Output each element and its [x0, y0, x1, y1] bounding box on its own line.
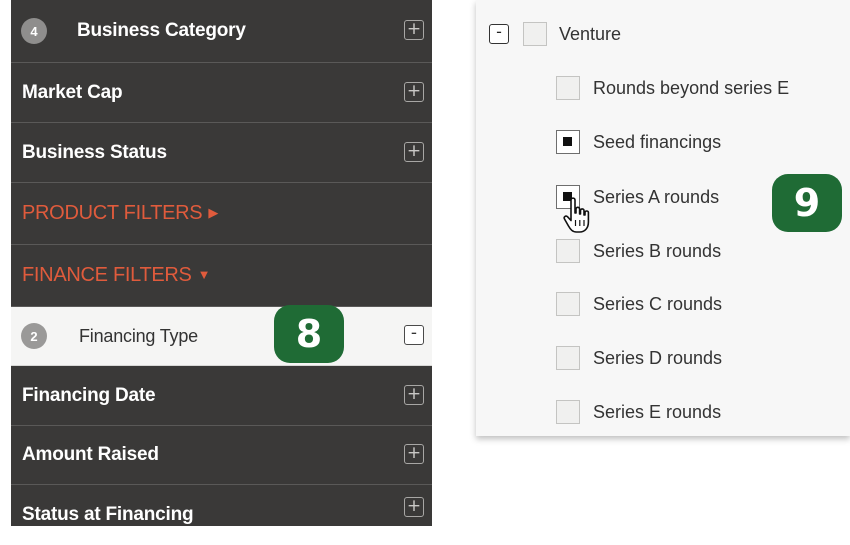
- option-series-e-rounds[interactable]: Series E rounds: [556, 400, 721, 424]
- filter-label: Market Cap: [22, 81, 123, 103]
- filter-amount-raised[interactable]: Amount Raised +: [11, 426, 432, 485]
- caret-down-icon: ▼: [197, 267, 211, 282]
- checkbox[interactable]: [556, 346, 580, 370]
- checkbox[interactable]: [556, 400, 580, 424]
- filter-financing-date[interactable]: Financing Date +: [11, 366, 432, 426]
- filter-label: Status at Financing: [22, 504, 194, 525]
- option-label: Series B rounds: [593, 240, 722, 261]
- option-label: Series D rounds: [593, 347, 723, 368]
- option-label: Venture: [559, 23, 622, 44]
- option-label: Series E rounds: [593, 401, 722, 422]
- filter-label: Business Status: [22, 141, 167, 163]
- section-heading: FINANCE FILTERS: [22, 264, 192, 286]
- filter-financing-type[interactable]: 2 Financing Type -: [11, 307, 432, 366]
- section-finance-filters[interactable]: FINANCE FILTERS ▼: [11, 245, 432, 307]
- option-label: Series A rounds: [593, 186, 720, 207]
- count-badge: 4: [21, 18, 47, 44]
- expand-plus-icon[interactable]: +: [404, 141, 424, 162]
- group-venture[interactable]: - Venture: [489, 22, 621, 46]
- collapse-minus-icon[interactable]: -: [404, 325, 424, 345]
- option-series-c-rounds[interactable]: Series C rounds: [556, 292, 722, 316]
- filter-label: Business Category: [77, 20, 246, 41]
- section-heading: PRODUCT FILTERS: [22, 202, 203, 224]
- checkbox[interactable]: [556, 239, 580, 263]
- option-rounds-beyond-series-e[interactable]: Rounds beyond series E: [556, 76, 789, 100]
- option-seed-financings[interactable]: Seed financings: [556, 130, 721, 154]
- checkbox[interactable]: [523, 22, 547, 46]
- expand-plus-icon[interactable]: +: [404, 384, 424, 405]
- expand-plus-icon[interactable]: +: [404, 497, 424, 517]
- step-number-badge: 8: [274, 305, 344, 363]
- option-label: Rounds beyond series E: [593, 77, 790, 98]
- filter-business-category[interactable]: 4 Business Category +: [11, 0, 432, 63]
- filter-label: Financing Type: [79, 325, 198, 346]
- filter-status-at-financing[interactable]: Status at Financing +: [11, 485, 432, 545]
- section-product-filters[interactable]: PRODUCT FILTERS ▶: [11, 183, 432, 245]
- count-badge: 2: [21, 323, 47, 349]
- hand-pointer-icon: [563, 197, 590, 233]
- checkbox[interactable]: [556, 76, 580, 100]
- checkbox[interactable]: [556, 292, 580, 316]
- checkbox-checked[interactable]: [556, 130, 580, 154]
- filter-market-cap[interactable]: Market Cap +: [11, 63, 432, 123]
- option-series-b-rounds[interactable]: Series B rounds: [556, 239, 721, 263]
- expand-plus-icon[interactable]: +: [404, 20, 424, 40]
- expand-plus-icon[interactable]: +: [404, 444, 424, 464]
- collapse-minus-icon[interactable]: -: [489, 24, 509, 44]
- option-label: Seed financings: [593, 131, 722, 152]
- filter-sidebar: 4 Business Category + Market Cap + Busin…: [11, 0, 432, 526]
- filter-label: Amount Raised: [22, 444, 159, 465]
- filter-business-status[interactable]: Business Status +: [11, 123, 432, 183]
- option-label: Series C rounds: [593, 293, 723, 314]
- filter-label: Financing Date: [22, 384, 156, 406]
- caret-right-icon: ▶: [208, 204, 219, 220]
- option-series-d-rounds[interactable]: Series D rounds: [556, 346, 722, 370]
- expand-plus-icon[interactable]: +: [404, 81, 424, 102]
- step-number-badge: 9: [772, 174, 842, 232]
